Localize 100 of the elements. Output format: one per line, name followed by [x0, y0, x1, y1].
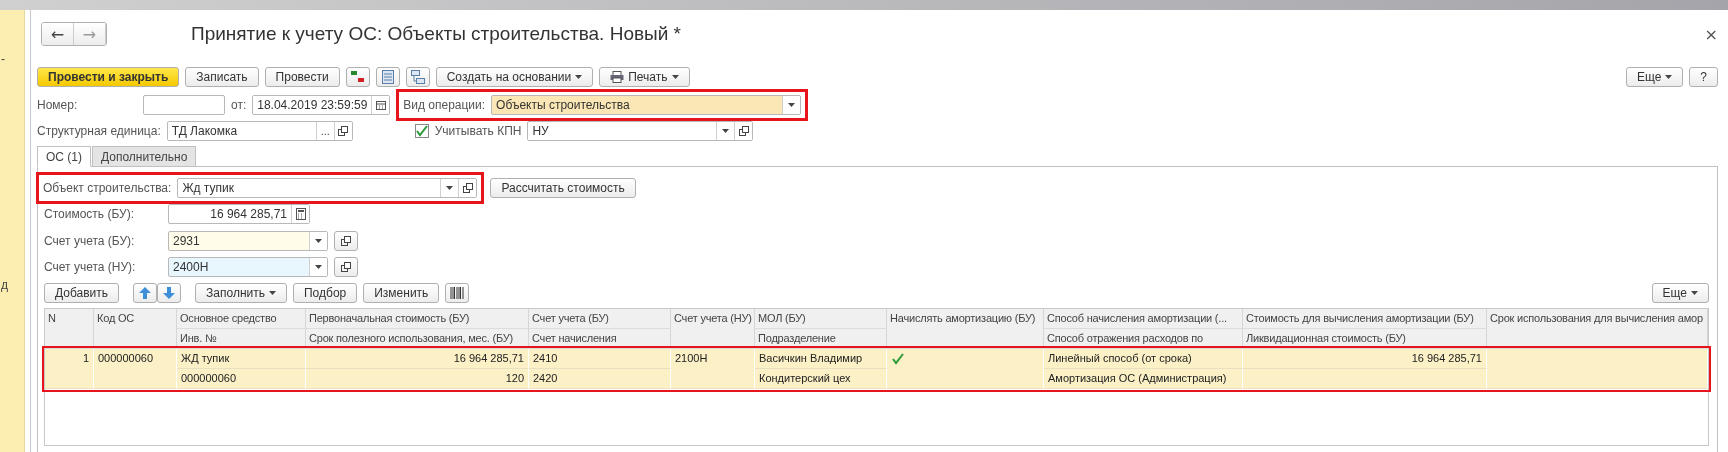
column-header[interactable]: Счет учета (НУ): [671, 309, 755, 349]
list-icon: [381, 70, 394, 84]
open-icon: [341, 262, 351, 272]
open-button[interactable]: [334, 257, 358, 277]
table-cell: 2100Н: [671, 349, 755, 389]
table-cell: 2420: [529, 369, 671, 389]
checkmark-icon: [415, 125, 428, 137]
table-cell: ЖД тупик: [177, 349, 306, 369]
column-header[interactable]: Ликвидационная стоимость (БУ): [1243, 329, 1487, 349]
column-header[interactable]: Начислять амортизацию (БУ): [887, 309, 1044, 349]
table-cell: Линейный способ (от срока): [1044, 349, 1243, 369]
table-cell: 1: [45, 349, 94, 389]
edit-button[interactable]: Изменить: [363, 283, 440, 303]
more-button[interactable]: Еще: [1651, 283, 1709, 303]
kpn-label: Учитывать КПН: [434, 124, 522, 138]
sidebar-item[interactable]: -: [1, 52, 24, 66]
tab[interactable]: ОС (1): [37, 146, 91, 167]
back-button[interactable]: ←: [42, 23, 74, 45]
input-field[interactable]: 2400Н: [168, 257, 328, 277]
pick-button[interactable]: Подбор: [292, 283, 358, 303]
depreciate-checkbox[interactable]: [891, 352, 905, 366]
printer-icon: [610, 71, 625, 83]
column-header[interactable]: Основное средство: [177, 309, 306, 329]
help-button[interactable]: ?: [1689, 67, 1718, 87]
caret-icon: [1665, 75, 1673, 79]
number-field[interactable]: [143, 95, 225, 115]
caret-icon: [315, 265, 322, 269]
column-header[interactable]: Код ОС: [94, 309, 177, 349]
toolbar-button[interactable]: Провести: [264, 67, 340, 87]
fill-button[interactable]: Заполнить: [195, 283, 287, 303]
column-header[interactable]: Инв. №: [177, 329, 306, 349]
barcode-icon: [450, 287, 465, 299]
caret-icon: [671, 75, 679, 79]
object-label: Объект строительства:: [43, 181, 172, 195]
column-header[interactable]: Счет учета (БУ): [529, 309, 671, 329]
date-label: от:: [231, 98, 247, 112]
column-header[interactable]: Счет начисления: [529, 329, 671, 349]
open-icon: [341, 236, 351, 246]
column-header[interactable]: Срок полезного использования, мес. (БУ): [306, 329, 529, 349]
list-button[interactable]: [375, 67, 400, 87]
open-button[interactable]: [334, 231, 358, 251]
field-label: Счет учета (БУ):: [44, 234, 136, 248]
caret-icon: [575, 75, 583, 79]
input-field[interactable]: 2931: [168, 231, 328, 251]
debit-credit-icon: [349, 70, 366, 84]
move-up-button[interactable]: [133, 283, 158, 303]
add-button[interactable]: Добавить: [44, 283, 120, 303]
open-icon: [462, 183, 473, 193]
field-label: Счет учета (НУ):: [44, 260, 137, 274]
caret-icon: [446, 186, 454, 190]
print-button[interactable]: Печать: [599, 67, 690, 87]
kpn-checkbox[interactable]: [414, 124, 429, 138]
table-cell: 120: [306, 369, 529, 389]
post-and-close-button[interactable]: Провести и закрыть: [37, 67, 180, 87]
toolbar-button[interactable]: Записать: [185, 67, 259, 87]
table-cell: Амортизация ОС (Администрация): [1044, 369, 1243, 389]
caret-icon: [268, 291, 276, 295]
table-cell: 000000060: [94, 349, 177, 389]
calculator-icon: [295, 208, 306, 220]
column-header[interactable]: Стоимость для вычисления амортизации (БУ): [1243, 309, 1487, 329]
column-header[interactable]: Способ начисления амортизации (...: [1044, 309, 1243, 329]
calculate-button[interactable]: Рассчитать стоимость: [490, 178, 636, 198]
unit-field[interactable]: ТД Лакомка ...: [166, 121, 353, 141]
field-label: Стоимость (БУ):: [44, 207, 135, 221]
input-field[interactable]: 16 964 285,71: [168, 204, 310, 224]
journal-button[interactable]: [345, 67, 370, 87]
caret-icon: [722, 129, 730, 133]
open-icon: [338, 126, 349, 136]
object-field[interactable]: Жд тупик: [177, 178, 478, 198]
caret-icon: [788, 103, 796, 107]
create-based-button[interactable]: Создать на основании: [435, 67, 594, 87]
sidebar-item[interactable]: д: [1, 278, 24, 292]
window-title: Принятие к учету ОС: Объекты строительства. Новый *: [191, 23, 681, 45]
column-header[interactable]: Срок использования для вычисления амор: [1487, 309, 1708, 349]
number-label: Номер:: [37, 98, 79, 112]
column-header[interactable]: Подразделение: [755, 329, 887, 349]
calendar-icon: [375, 100, 386, 110]
operation-label: Вид операции:: [403, 98, 486, 112]
table-cell: 000000060: [177, 369, 306, 389]
checkmark-icon: [892, 353, 904, 365]
operation-field[interactable]: Объекты строительства: [491, 95, 802, 115]
column-header[interactable]: МОЛ (БУ): [755, 309, 887, 329]
date-field[interactable]: 18.04.2019 23:59:59: [252, 95, 391, 115]
hierarchy-icon: [410, 70, 425, 84]
open-icon: [738, 126, 749, 136]
caret-icon: [315, 239, 322, 243]
more-button[interactable]: Еще: [1625, 67, 1684, 87]
close-button[interactable]: ×: [1704, 24, 1718, 44]
move-down-button[interactable]: [157, 283, 182, 303]
caret-icon: [1691, 291, 1698, 295]
arrow-up-icon: [139, 287, 152, 299]
column-header[interactable]: N: [45, 309, 94, 349]
column-header[interactable]: Первоначальная стоимость (БУ): [306, 309, 529, 329]
column-header[interactable]: Способ отражения расходов по: [1044, 329, 1243, 349]
tab[interactable]: Дополнительно: [92, 146, 197, 167]
table-cell: 16 964 285,71: [1243, 349, 1487, 369]
kpn-field[interactable]: НУ: [527, 121, 754, 141]
structure-button[interactable]: [405, 67, 430, 87]
barcode-button[interactable]: [445, 283, 470, 303]
table-cell: 16 964 285,71: [306, 349, 529, 369]
